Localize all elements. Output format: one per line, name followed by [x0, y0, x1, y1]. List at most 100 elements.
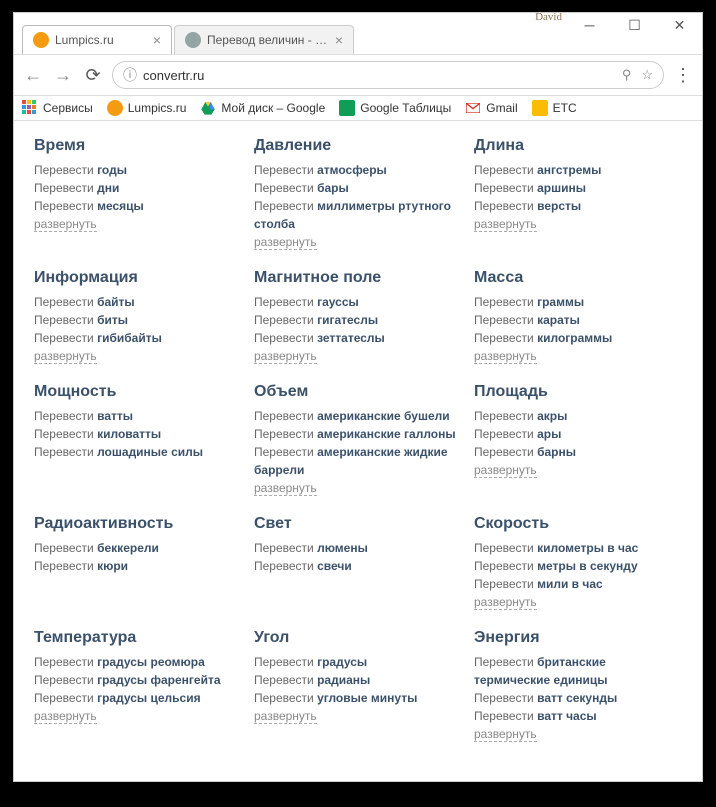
tab-0[interactable]: Lumpics.ru×: [22, 25, 172, 54]
conversion-link[interactable]: Перевести градусы реомюра: [34, 653, 242, 671]
conversion-link[interactable]: Перевести гигатеслы: [254, 311, 462, 329]
expand-link[interactable]: развернуть: [254, 349, 317, 364]
tab-title: Перевод величин - конв: [207, 33, 329, 47]
category-title[interactable]: Длина: [474, 137, 682, 155]
conversion-link[interactable]: Перевести акры: [474, 407, 682, 425]
conversion-link[interactable]: Перевести ары: [474, 425, 682, 443]
category-title[interactable]: Время: [34, 137, 242, 155]
bookmark-item[interactable]: Lumpics.ru: [107, 100, 187, 116]
bookmark-item[interactable]: Сервисы: [22, 100, 93, 116]
category: Давление Перевести атмосферыПеревести бар…: [254, 137, 462, 251]
conversion-link[interactable]: Перевести кюри: [34, 557, 242, 575]
conversion-link[interactable]: Перевести километры в час: [474, 539, 682, 557]
browser-window: David ─ ☐ ✕ Lumpics.ru×Перевод величин -…: [13, 12, 703, 782]
expand-link[interactable]: развернуть: [34, 349, 97, 364]
category-title[interactable]: Скорость: [474, 515, 682, 533]
apps-icon: [22, 100, 38, 116]
conversion-link[interactable]: Перевести угловые минуты: [254, 689, 462, 707]
conversion-link[interactable]: Перевести версты: [474, 197, 682, 215]
conversion-link[interactable]: Перевести зеттатеслы: [254, 329, 462, 347]
star-icon[interactable]: ☆: [641, 67, 653, 83]
conversion-link[interactable]: Перевести киловатты: [34, 425, 242, 443]
conversion-link[interactable]: Перевести беккерели: [34, 539, 242, 557]
bookmark-item[interactable]: ETC: [532, 100, 577, 116]
category-title[interactable]: Масса: [474, 269, 682, 287]
expand-link[interactable]: развернуть: [34, 709, 97, 724]
close-button[interactable]: ✕: [657, 11, 702, 39]
category-title[interactable]: Свет: [254, 515, 462, 533]
category-title[interactable]: Площадь: [474, 383, 682, 401]
conversion-link[interactable]: Перевести аршины: [474, 179, 682, 197]
tab-close-icon[interactable]: ×: [335, 32, 343, 48]
sheets-icon: [339, 100, 355, 116]
page-content: ВремяПеревести годыПеревести дниПеревест…: [14, 121, 702, 781]
category-title[interactable]: Радиоактивность: [34, 515, 242, 533]
user-profile-label[interactable]: David: [535, 11, 562, 23]
conversion-link[interactable]: Перевести бары: [254, 179, 462, 197]
bookmark-item[interactable]: Gmail: [465, 100, 517, 116]
expand-link[interactable]: развернуть: [254, 481, 317, 496]
maximize-button[interactable]: ☐: [612, 11, 657, 39]
conversion-link[interactable]: Перевести караты: [474, 311, 682, 329]
conversion-link[interactable]: Перевести барны: [474, 443, 682, 461]
conversion-link[interactable]: Перевести миллиметры ртутного столба: [254, 197, 462, 233]
conversion-link[interactable]: Перевести люмены: [254, 539, 462, 557]
category-title[interactable]: Мощность: [34, 383, 242, 401]
conversion-link[interactable]: Перевести мили в час: [474, 575, 682, 593]
conversion-link[interactable]: Перевести радианы: [254, 671, 462, 689]
expand-link[interactable]: развернуть: [254, 235, 317, 250]
expand-link[interactable]: развернуть: [474, 217, 537, 232]
conversion-link[interactable]: Перевести ангстремы: [474, 161, 682, 179]
expand-link[interactable]: развернуть: [474, 727, 537, 742]
conversion-link[interactable]: Перевести граммы: [474, 293, 682, 311]
bookmark-item[interactable]: Мой диск – Google: [200, 100, 325, 116]
conversion-link[interactable]: Перевести градусы: [254, 653, 462, 671]
search-icon[interactable]: ⚲: [622, 67, 632, 83]
site-info-icon[interactable]: ⓘ: [123, 65, 137, 85]
conversion-link[interactable]: Перевести ватт часы: [474, 707, 682, 725]
conversion-link[interactable]: Перевести месяцы: [34, 197, 242, 215]
expand-link[interactable]: развернуть: [254, 709, 317, 724]
back-button[interactable]: ←: [22, 64, 44, 86]
conversion-link[interactable]: Перевести гауссы: [254, 293, 462, 311]
address-bar[interactable]: ⓘ convertr.ru ⚲ ☆: [112, 61, 664, 89]
bookmarks-bar: Сервисы Lumpics.ru Мой диск – Google Google…: [14, 96, 702, 121]
category-title[interactable]: Температура: [34, 629, 242, 647]
conversion-link[interactable]: Перевести градусы фаренгейта: [34, 671, 242, 689]
forward-button[interactable]: →: [52, 64, 74, 86]
conversion-link[interactable]: Перевести гибибайты: [34, 329, 242, 347]
conversion-link[interactable]: Перевести свечи: [254, 557, 462, 575]
conversion-link[interactable]: Перевести килограммы: [474, 329, 682, 347]
conversion-link[interactable]: Перевести атмосферы: [254, 161, 462, 179]
conversion-link[interactable]: Перевести метры в секунду: [474, 557, 682, 575]
minimize-button[interactable]: ─: [567, 11, 612, 39]
tab-close-icon[interactable]: ×: [153, 32, 161, 48]
menu-button[interactable]: ⋮: [672, 64, 694, 86]
category-title[interactable]: Объем: [254, 383, 462, 401]
bookmark-item[interactable]: Google Таблицы: [339, 100, 451, 116]
category-title[interactable]: Магнитное поле: [254, 269, 462, 287]
reload-button[interactable]: ⟳: [82, 64, 104, 86]
conversion-link[interactable]: Перевести годы: [34, 161, 242, 179]
category-title[interactable]: Давление: [254, 137, 462, 155]
conversion-link[interactable]: Перевести байты: [34, 293, 242, 311]
conversion-link[interactable]: Перевести американские бушели: [254, 407, 462, 425]
category: Масса Перевести граммыПеревести каратыПер…: [474, 269, 682, 365]
conversion-link[interactable]: Перевести градусы цельсия: [34, 689, 242, 707]
conversion-link[interactable]: Перевести лошадиные силы: [34, 443, 242, 461]
category-title[interactable]: Угол: [254, 629, 462, 647]
category-title[interactable]: Энергия: [474, 629, 682, 647]
conversion-link[interactable]: Перевести ватт секунды: [474, 689, 682, 707]
conversion-link[interactable]: Перевести дни: [34, 179, 242, 197]
conversion-link[interactable]: Перевести американские галлоны: [254, 425, 462, 443]
conversion-link[interactable]: Перевести британские термические единицы: [474, 653, 682, 689]
category-title[interactable]: Информация: [34, 269, 242, 287]
expand-link[interactable]: развернуть: [474, 463, 537, 478]
tab-1[interactable]: Перевод величин - конв ×: [174, 25, 354, 54]
conversion-link[interactable]: Перевести биты: [34, 311, 242, 329]
expand-link[interactable]: развернуть: [34, 217, 97, 232]
expand-link[interactable]: развернуть: [474, 595, 537, 610]
conversion-link[interactable]: Перевести американские жидкие баррели: [254, 443, 462, 479]
expand-link[interactable]: развернуть: [474, 349, 537, 364]
conversion-link[interactable]: Перевести ватты: [34, 407, 242, 425]
